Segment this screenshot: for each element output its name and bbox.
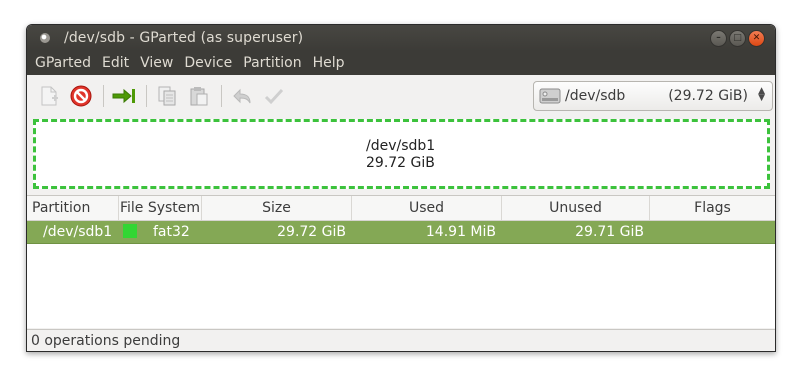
toolbar-separator <box>103 85 104 107</box>
resize-move-icon <box>112 88 135 104</box>
gparted-window: /dev/sdb - GParted (as superuser) – □ ✕ … <box>26 24 776 352</box>
maximize-icon[interactable]: □ <box>729 30 746 47</box>
cell-size: 29.72 GiB <box>277 224 346 240</box>
toolbar-separator <box>146 85 147 107</box>
filesystem-label: fat32 <box>153 224 190 240</box>
undo-button[interactable] <box>228 82 256 110</box>
graph-partition-size: 29.72 GiB <box>366 155 435 171</box>
partition-table: Partition File System Size Used Unused F… <box>27 195 775 328</box>
menu-view[interactable]: View <box>140 55 173 71</box>
column-header-used[interactable]: Used <box>352 196 502 220</box>
menu-edit[interactable]: Edit <box>102 55 129 71</box>
cell-unused: 29.71 GiB <box>575 224 644 240</box>
device-name: /dev/sdb <box>565 88 626 104</box>
column-header-size[interactable]: Size <box>202 196 352 220</box>
window-title: /dev/sdb - GParted (as superuser) <box>64 30 304 46</box>
cell-flags <box>650 221 775 243</box>
apply-button[interactable] <box>260 82 288 110</box>
partition-block-sdb1[interactable]: /dev/sdb1 29.72 GiB <box>33 119 770 189</box>
toolbar: /dev/sdb (29.72 GiB) ▲ ▼ <box>27 75 775 117</box>
new-partition-icon <box>41 86 58 106</box>
apply-icon <box>264 88 284 105</box>
window-menu-icon[interactable] <box>40 33 50 43</box>
partition-graph-label: /dev/sdb1 29.72 GiB <box>366 138 435 172</box>
cell-filesystem: fat32 <box>119 221 202 243</box>
combo-arrows-icon: ▲ ▼ <box>758 86 765 103</box>
table-row[interactable]: /dev/sdb1 fat32 29.72 GiB 14.91 MiB 29.7… <box>27 221 775 244</box>
column-header-flags[interactable]: Flags <box>650 196 775 220</box>
status-bar: 0 operations pending <box>27 329 775 351</box>
menu-device[interactable]: Device <box>184 55 232 71</box>
device-selector[interactable]: /dev/sdb (29.72 GiB) ▲ ▼ <box>533 81 773 111</box>
menu-bar: GParted Edit View Device Partition Help <box>27 51 775 75</box>
menu-partition[interactable]: Partition <box>243 55 301 71</box>
column-header-unused[interactable]: Unused <box>502 196 650 220</box>
window-controls: – □ ✕ <box>710 30 765 47</box>
cell-partition: /dev/sdb1 <box>43 224 113 240</box>
copy-icon <box>158 86 176 106</box>
partition-graph-area: /dev/sdb1 29.72 GiB <box>27 117 775 189</box>
resize-move-button[interactable] <box>110 82 138 110</box>
title-bar[interactable]: /dev/sdb - GParted (as superuser) – □ ✕ <box>27 25 775 51</box>
device-size: (29.72 GiB) <box>668 88 748 104</box>
paste-button[interactable] <box>185 82 213 110</box>
menu-help[interactable]: Help <box>313 55 345 71</box>
new-partition-button[interactable] <box>35 82 63 110</box>
copy-button[interactable] <box>153 82 181 110</box>
toolbar-separator <box>221 85 222 107</box>
hard-disk-icon <box>539 88 561 104</box>
graph-partition-name: /dev/sdb1 <box>366 138 436 154</box>
delete-icon <box>70 85 92 107</box>
close-icon[interactable]: ✕ <box>748 30 765 47</box>
undo-icon <box>233 88 251 104</box>
menu-gparted[interactable]: GParted <box>35 55 91 71</box>
filesystem-color-swatch <box>123 223 137 238</box>
delete-button[interactable] <box>67 82 95 110</box>
column-header-partition[interactable]: Partition <box>27 196 119 220</box>
minimize-icon[interactable]: – <box>710 30 727 47</box>
paste-icon <box>190 87 208 106</box>
cell-used: 14.91 MiB <box>425 224 496 240</box>
table-header: Partition File System Size Used Unused F… <box>27 196 775 221</box>
column-header-filesystem[interactable]: File System <box>119 196 202 220</box>
